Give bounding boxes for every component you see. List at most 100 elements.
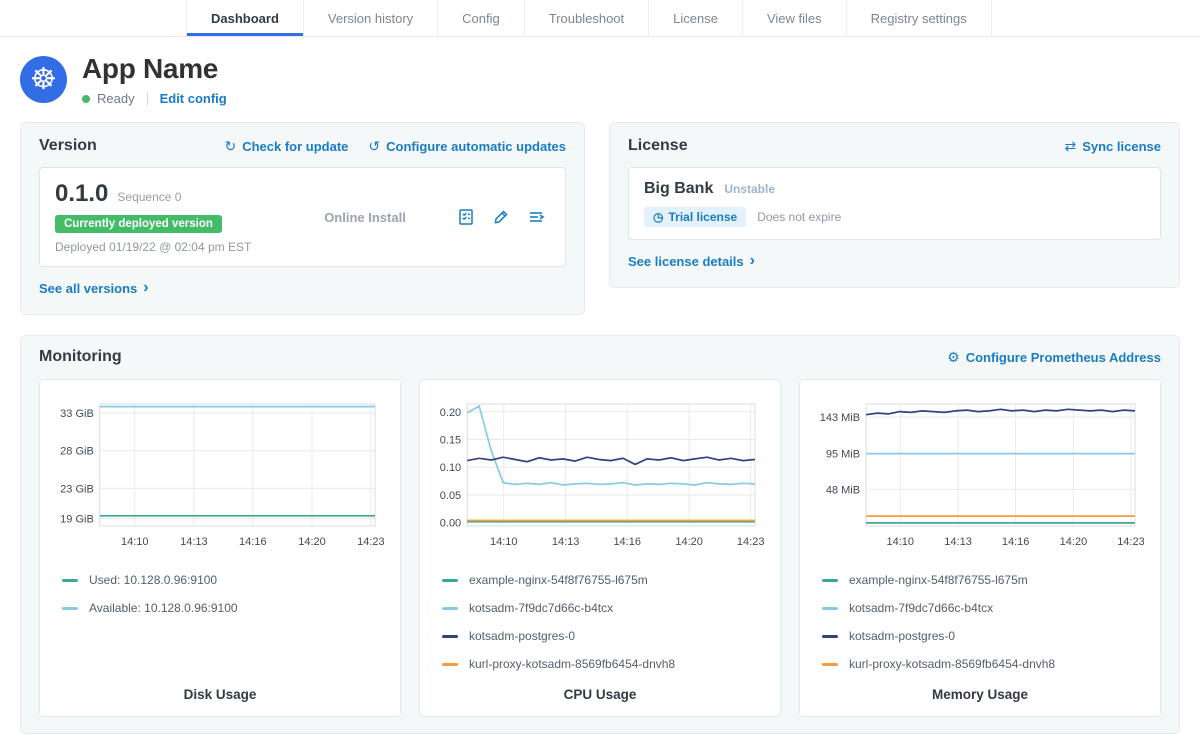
legend-color-mark	[442, 607, 458, 610]
tab-dashboard[interactable]: Dashboard	[186, 0, 303, 36]
svg-text:14:10: 14:10	[490, 536, 518, 548]
cpu-usage-chart-card: 0.200.150.100.050.0014:1014:1314:1614:20…	[419, 379, 781, 717]
legend-label: Available: 10.128.0.96:9100	[89, 601, 238, 615]
legend-item: kurl-proxy-kotsadm-8569fb6454-dnvh8	[442, 657, 770, 671]
legend-item: Available: 10.128.0.96:9100	[62, 601, 390, 615]
deploy-logs-icon[interactable]	[527, 208, 546, 226]
sync-license-link[interactable]: ⇄ Sync license	[1064, 138, 1161, 155]
see-license-details-link[interactable]: See license details ›	[628, 254, 755, 270]
legend-item: example-nginx-54f8f76755-l675m	[442, 573, 770, 587]
current-version-box: 0.1.0 Sequence 0 Currently deployed vers…	[39, 167, 566, 267]
tab-version-history[interactable]: Version history	[303, 0, 437, 36]
legend-item: kurl-proxy-kotsadm-8569fb6454-dnvh8	[822, 657, 1150, 671]
svg-text:23 GiB: 23 GiB	[60, 483, 94, 495]
page-title: App Name	[82, 53, 227, 85]
svg-text:14:16: 14:16	[239, 536, 267, 548]
chart-title: Memory Usage	[810, 687, 1150, 702]
svg-text:0.10: 0.10	[440, 462, 461, 474]
auto-update-icon: ↺	[368, 138, 380, 155]
trial-license-badge: ◷ Trial license	[644, 207, 746, 227]
see-license-details-label: See license details	[628, 254, 744, 269]
clock-icon: ◷	[653, 210, 663, 224]
configure-automatic-updates-label: Configure automatic updates	[386, 139, 566, 154]
install-type-label: Online Install	[273, 210, 457, 225]
license-card-title: License	[628, 137, 688, 155]
legend-label: example-nginx-54f8f76755-l675m	[849, 573, 1028, 587]
legend-color-mark	[442, 635, 458, 638]
tab-troubleshoot[interactable]: Troubleshoot	[524, 0, 648, 36]
legend-label: kotsadm-postgres-0	[469, 629, 575, 643]
deployed-timestamp: Deployed 01/19/22 @ 02:04 pm EST	[55, 240, 273, 254]
svg-text:48 MiB: 48 MiB	[826, 484, 860, 496]
chart-title: CPU Usage	[430, 687, 770, 702]
see-all-versions-label: See all versions	[39, 281, 137, 296]
legend-color-mark	[822, 663, 838, 666]
svg-text:14:20: 14:20	[298, 536, 326, 548]
legend-color-mark	[822, 635, 838, 638]
tab-registry-settings[interactable]: Registry settings	[846, 0, 992, 36]
svg-text:28 GiB: 28 GiB	[60, 446, 94, 458]
charts-row: 33 GiB28 GiB23 GiB19 GiB14:1014:1314:161…	[39, 379, 1161, 717]
legend-label: kotsadm-7f9dc7d66c-b4tcx	[849, 601, 993, 615]
license-channel: Unstable	[724, 182, 775, 196]
svg-text:143 MiB: 143 MiB	[820, 412, 860, 424]
legend-color-mark	[822, 607, 838, 610]
memory-usage-chart: 143 MiB95 MiB48 MiB14:1014:1314:1614:201…	[810, 394, 1150, 559]
legend-label: example-nginx-54f8f76755-l675m	[469, 573, 648, 587]
memory-usage-legend: example-nginx-54f8f76755-l675m kotsadm-7f…	[810, 573, 1150, 671]
legend-label: kotsadm-postgres-0	[849, 629, 955, 643]
tab-license[interactable]: License	[648, 0, 742, 36]
legend-label: kurl-proxy-kotsadm-8569fb6454-dnvh8	[469, 657, 675, 671]
edit-config-link[interactable]: Edit config	[160, 91, 227, 106]
license-customer-name: Big Bank	[644, 180, 713, 198]
svg-text:14:23: 14:23	[737, 536, 764, 548]
version-number: 0.1.0	[55, 180, 108, 208]
monitoring-section: Monitoring ⚙ Configure Prometheus Addres…	[20, 335, 1180, 734]
svg-text:95 MiB: 95 MiB	[826, 449, 860, 461]
legend-color-mark	[442, 579, 458, 582]
license-details-box: Big Bank Unstable ◷ Trial license Does n…	[628, 167, 1161, 240]
version-card-title: Version	[39, 137, 97, 155]
edit-version-config-icon[interactable]	[492, 208, 510, 226]
svg-text:14:23: 14:23	[357, 536, 384, 548]
check-for-update-link[interactable]: ↻ Check for update	[224, 138, 348, 155]
svg-text:0.00: 0.00	[440, 518, 461, 530]
legend-label: kotsadm-7f9dc7d66c-b4tcx	[469, 601, 613, 615]
legend-item: kotsadm-postgres-0	[442, 629, 770, 643]
monitoring-title: Monitoring	[39, 348, 122, 366]
see-all-versions-link[interactable]: See all versions ›	[39, 281, 149, 297]
version-card: Version ↻ Check for update ↺ Configure a…	[20, 122, 585, 315]
svg-text:14:13: 14:13	[552, 536, 580, 548]
legend-color-mark	[822, 579, 838, 582]
kubernetes-logo-icon: ☸	[20, 56, 67, 103]
svg-text:33 GiB: 33 GiB	[60, 408, 94, 420]
check-for-update-label: Check for update	[242, 139, 348, 154]
legend-item: kotsadm-7f9dc7d66c-b4tcx	[442, 601, 770, 615]
chevron-right-icon: ›	[750, 253, 755, 269]
svg-text:14:16: 14:16	[613, 536, 641, 548]
legend-color-mark	[62, 607, 78, 610]
svg-text:0.15: 0.15	[440, 434, 461, 446]
chevron-right-icon: ›	[143, 280, 148, 296]
configure-prometheus-link[interactable]: ⚙ Configure Prometheus Address	[947, 349, 1161, 366]
status-text: Ready	[97, 91, 135, 106]
sequence-label: Sequence 0	[117, 190, 181, 204]
license-expiry: Does not expire	[757, 210, 841, 224]
release-notes-icon[interactable]	[457, 208, 475, 226]
tab-config[interactable]: Config	[437, 0, 524, 36]
cpu-usage-legend: example-nginx-54f8f76755-l675m kotsadm-7f…	[430, 573, 770, 671]
trial-license-label: Trial license	[668, 210, 737, 224]
disk-usage-legend: Used: 10.128.0.96:9100 Available: 10.128.…	[50, 573, 390, 615]
k8s-wheel-glyph: ☸	[30, 65, 57, 95]
top-nav: Dashboard Version history Config Trouble…	[0, 0, 1200, 37]
svg-text:14:10: 14:10	[121, 536, 149, 548]
legend-item: kotsadm-7f9dc7d66c-b4tcx	[822, 601, 1150, 615]
configure-prometheus-label: Configure Prometheus Address	[966, 350, 1161, 365]
legend-label: Used: 10.128.0.96:9100	[89, 573, 217, 587]
configure-automatic-updates-link[interactable]: ↺ Configure automatic updates	[368, 138, 566, 155]
refresh-icon: ↻	[224, 138, 236, 155]
tab-view-files[interactable]: View files	[742, 0, 846, 36]
divider	[147, 92, 148, 106]
svg-text:14:13: 14:13	[180, 536, 208, 548]
cards-row: Version ↻ Check for update ↺ Configure a…	[20, 122, 1180, 315]
